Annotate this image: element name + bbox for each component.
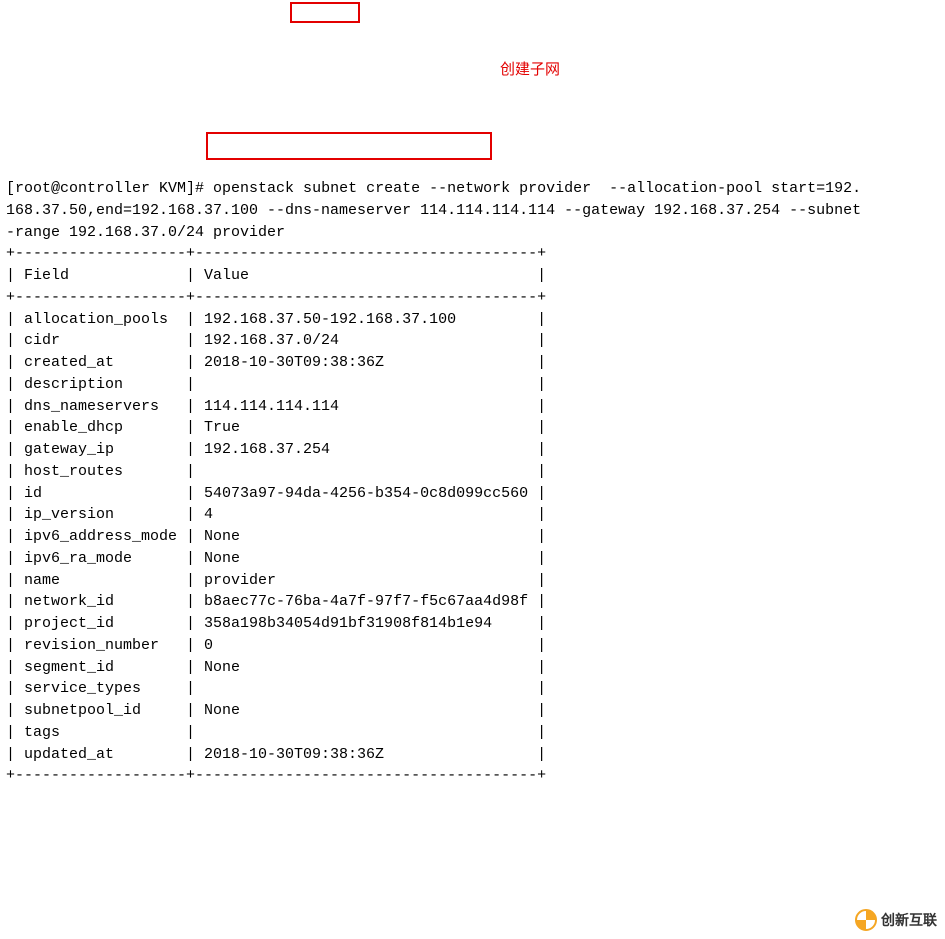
highlight-subnet-box bbox=[290, 2, 360, 23]
watermark: 创新互联 bbox=[855, 909, 937, 931]
highlight-allocation-box bbox=[206, 132, 492, 160]
watermark-icon bbox=[855, 909, 877, 931]
shell-prompt: [root@controller KVM]# bbox=[6, 180, 213, 197]
terminal-output: [root@controller KVM]# openstack subnet … bbox=[6, 178, 945, 787]
watermark-text: 创新互联 bbox=[881, 910, 937, 930]
output-table: +-------------------+-------------------… bbox=[6, 245, 546, 784]
annotation-create-subnet: 创建子网 bbox=[500, 59, 560, 81]
